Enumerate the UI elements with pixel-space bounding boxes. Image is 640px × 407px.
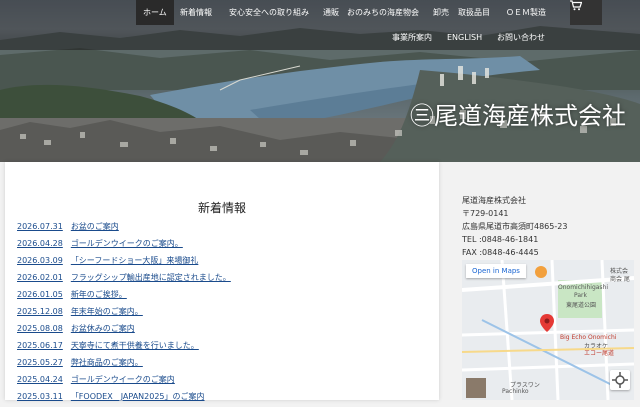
nav-english[interactable]: ENGLISH: [447, 25, 482, 50]
news-date: 2025.05.27: [17, 358, 63, 367]
news-date: 2025.12.08: [17, 307, 63, 316]
hero-banner: ホーム 新着情報 安心安全への取り組み 通販 おのみちの海産物会 卸売 取扱品目…: [0, 0, 640, 162]
news-item[interactable]: 2026.04.28 ゴールデンウイークのご案内。: [17, 237, 437, 254]
map-label: Pachinko: [502, 388, 529, 395]
news-item[interactable]: 2026.01.05 新年のご挨拶。: [17, 288, 437, 305]
nav-oem[interactable]: ＯＥＭ製造: [506, 0, 546, 25]
nav-contact[interactable]: お問い合わせ: [497, 25, 545, 50]
news-item[interactable]: 2025.03.11 「FOODEX JAPAN2025」のご案内: [17, 390, 437, 407]
news-text: ゴールデンウイークのご案内: [70, 375, 175, 384]
news-item[interactable]: 2025.06.17 天寧寺にて煮干供養を行いました。: [17, 339, 437, 356]
company-address: 広島県尾道市高須町4865-23: [462, 222, 568, 231]
news-item[interactable]: 2026.07.31 お盆のご案内: [17, 220, 437, 237]
map-label: 東尾道公園: [566, 302, 597, 309]
map-label: 商会 尾: [610, 276, 630, 283]
open-in-maps-button[interactable]: Open in Maps: [466, 264, 526, 278]
news-text: 天寧寺にて煮干供養を行いました。: [70, 341, 199, 350]
location-icon: [612, 372, 628, 388]
news-heading: 新着情報: [197, 201, 246, 215]
company-tel: TEL :0848-46-1841: [462, 235, 539, 244]
news-date: 2026.02.01: [17, 273, 63, 282]
food-marker-icon: [535, 266, 547, 278]
cart-button[interactable]: [570, 0, 602, 25]
news-list: 2026.07.31 お盆のご案内 2026.04.28 ゴールデンウイークのご案内…: [17, 220, 437, 407]
news-date: 2026.01.05: [17, 290, 63, 299]
company-name: 尾道海産株式会社: [462, 196, 526, 205]
company-postal: 〒729-0141: [462, 209, 509, 218]
map-label: Park: [574, 292, 587, 299]
news-item[interactable]: 2025.04.24 ゴールデンウイークのご案内: [17, 373, 437, 390]
nav-safety[interactable]: 安心安全への取り組み: [229, 0, 309, 25]
news-date: 2026.03.09: [17, 256, 63, 265]
map-label: Onomichihigashi: [558, 284, 609, 291]
news-date: 2026.04.28: [17, 239, 63, 248]
news-item[interactable]: 2025.08.08 お盆休みのご案内: [17, 322, 437, 339]
company-info: 尾道海産株式会社 〒729-0141 広島県尾道市高須町4865-23 TEL …: [462, 194, 632, 259]
map-label: Big Echo Onomichi: [560, 334, 617, 341]
news-item[interactable]: 2026.03.09 「シーフードショー大阪」来場御礼: [17, 254, 437, 271]
nav-row-2: 事業所案内 ENGLISH お問い合わせ: [0, 25, 640, 50]
news-text: フラッグシップ輸出産地に認定されました。: [70, 273, 231, 282]
news-item[interactable]: 2025.12.08 年末年始のご案内。: [17, 305, 437, 322]
news-date: 2026.07.31: [17, 222, 63, 231]
news-item[interactable]: 2026.02.01 フラッグシップ輸出産地に認定されました。: [17, 271, 437, 288]
news-text: 新年のご挨拶。: [70, 290, 127, 299]
news-text: お盆のご案内: [70, 222, 119, 231]
news-panel: 新着情報 2026.07.31 お盆のご案内 2026.04.28 ゴールデンウイー…: [5, 162, 439, 401]
news-date: 2025.04.24: [17, 375, 63, 384]
company-logo: ㊂尾道海産株式会社: [410, 102, 626, 130]
nav-home[interactable]: ホーム: [136, 0, 174, 25]
navigation-bar: ホーム 新着情報 安心安全への取り組み 通販 おのみちの海産物会 卸売 取扱品目…: [0, 0, 640, 50]
nav-seafood-association[interactable]: おのみちの海産物会: [347, 0, 419, 25]
nav-row-1: ホーム 新着情報 安心安全への取り組み 通販 おのみちの海産物会 卸売 取扱品目…: [0, 0, 640, 25]
cart-icon: [570, 0, 582, 11]
google-map[interactable]: Open in Maps 株式会 商会 尾 Onomichihigashi Pa…: [462, 260, 634, 400]
map-location-button[interactable]: [610, 370, 630, 390]
news-item[interactable]: 2025.05.27 弊社商品のご案内。: [17, 356, 437, 373]
news-text: 年末年始のご案内。: [70, 307, 143, 316]
map-pin-icon[interactable]: [540, 314, 554, 332]
nav-wholesale[interactable]: 卸売: [433, 0, 449, 25]
news-text: 「シーフードショー大阪」来場御礼: [70, 256, 199, 265]
nav-news[interactable]: 新着情報: [180, 0, 212, 25]
nav-offices[interactable]: 事業所案内: [392, 25, 432, 50]
map-label: エコー尾道: [584, 350, 615, 357]
news-date: 2025.08.08: [17, 324, 63, 333]
news-text: お盆休みのご案内: [70, 324, 135, 333]
news-text: 弊社商品のご案内。: [70, 358, 143, 367]
nav-products[interactable]: 取扱品目: [458, 0, 490, 25]
news-text: ゴールデンウイークのご案内。: [70, 239, 183, 248]
nav-mail-order[interactable]: 通販: [323, 0, 339, 25]
news-date: 2025.06.17: [17, 341, 63, 350]
company-fax: FAX :0848-46-4445: [462, 248, 539, 257]
